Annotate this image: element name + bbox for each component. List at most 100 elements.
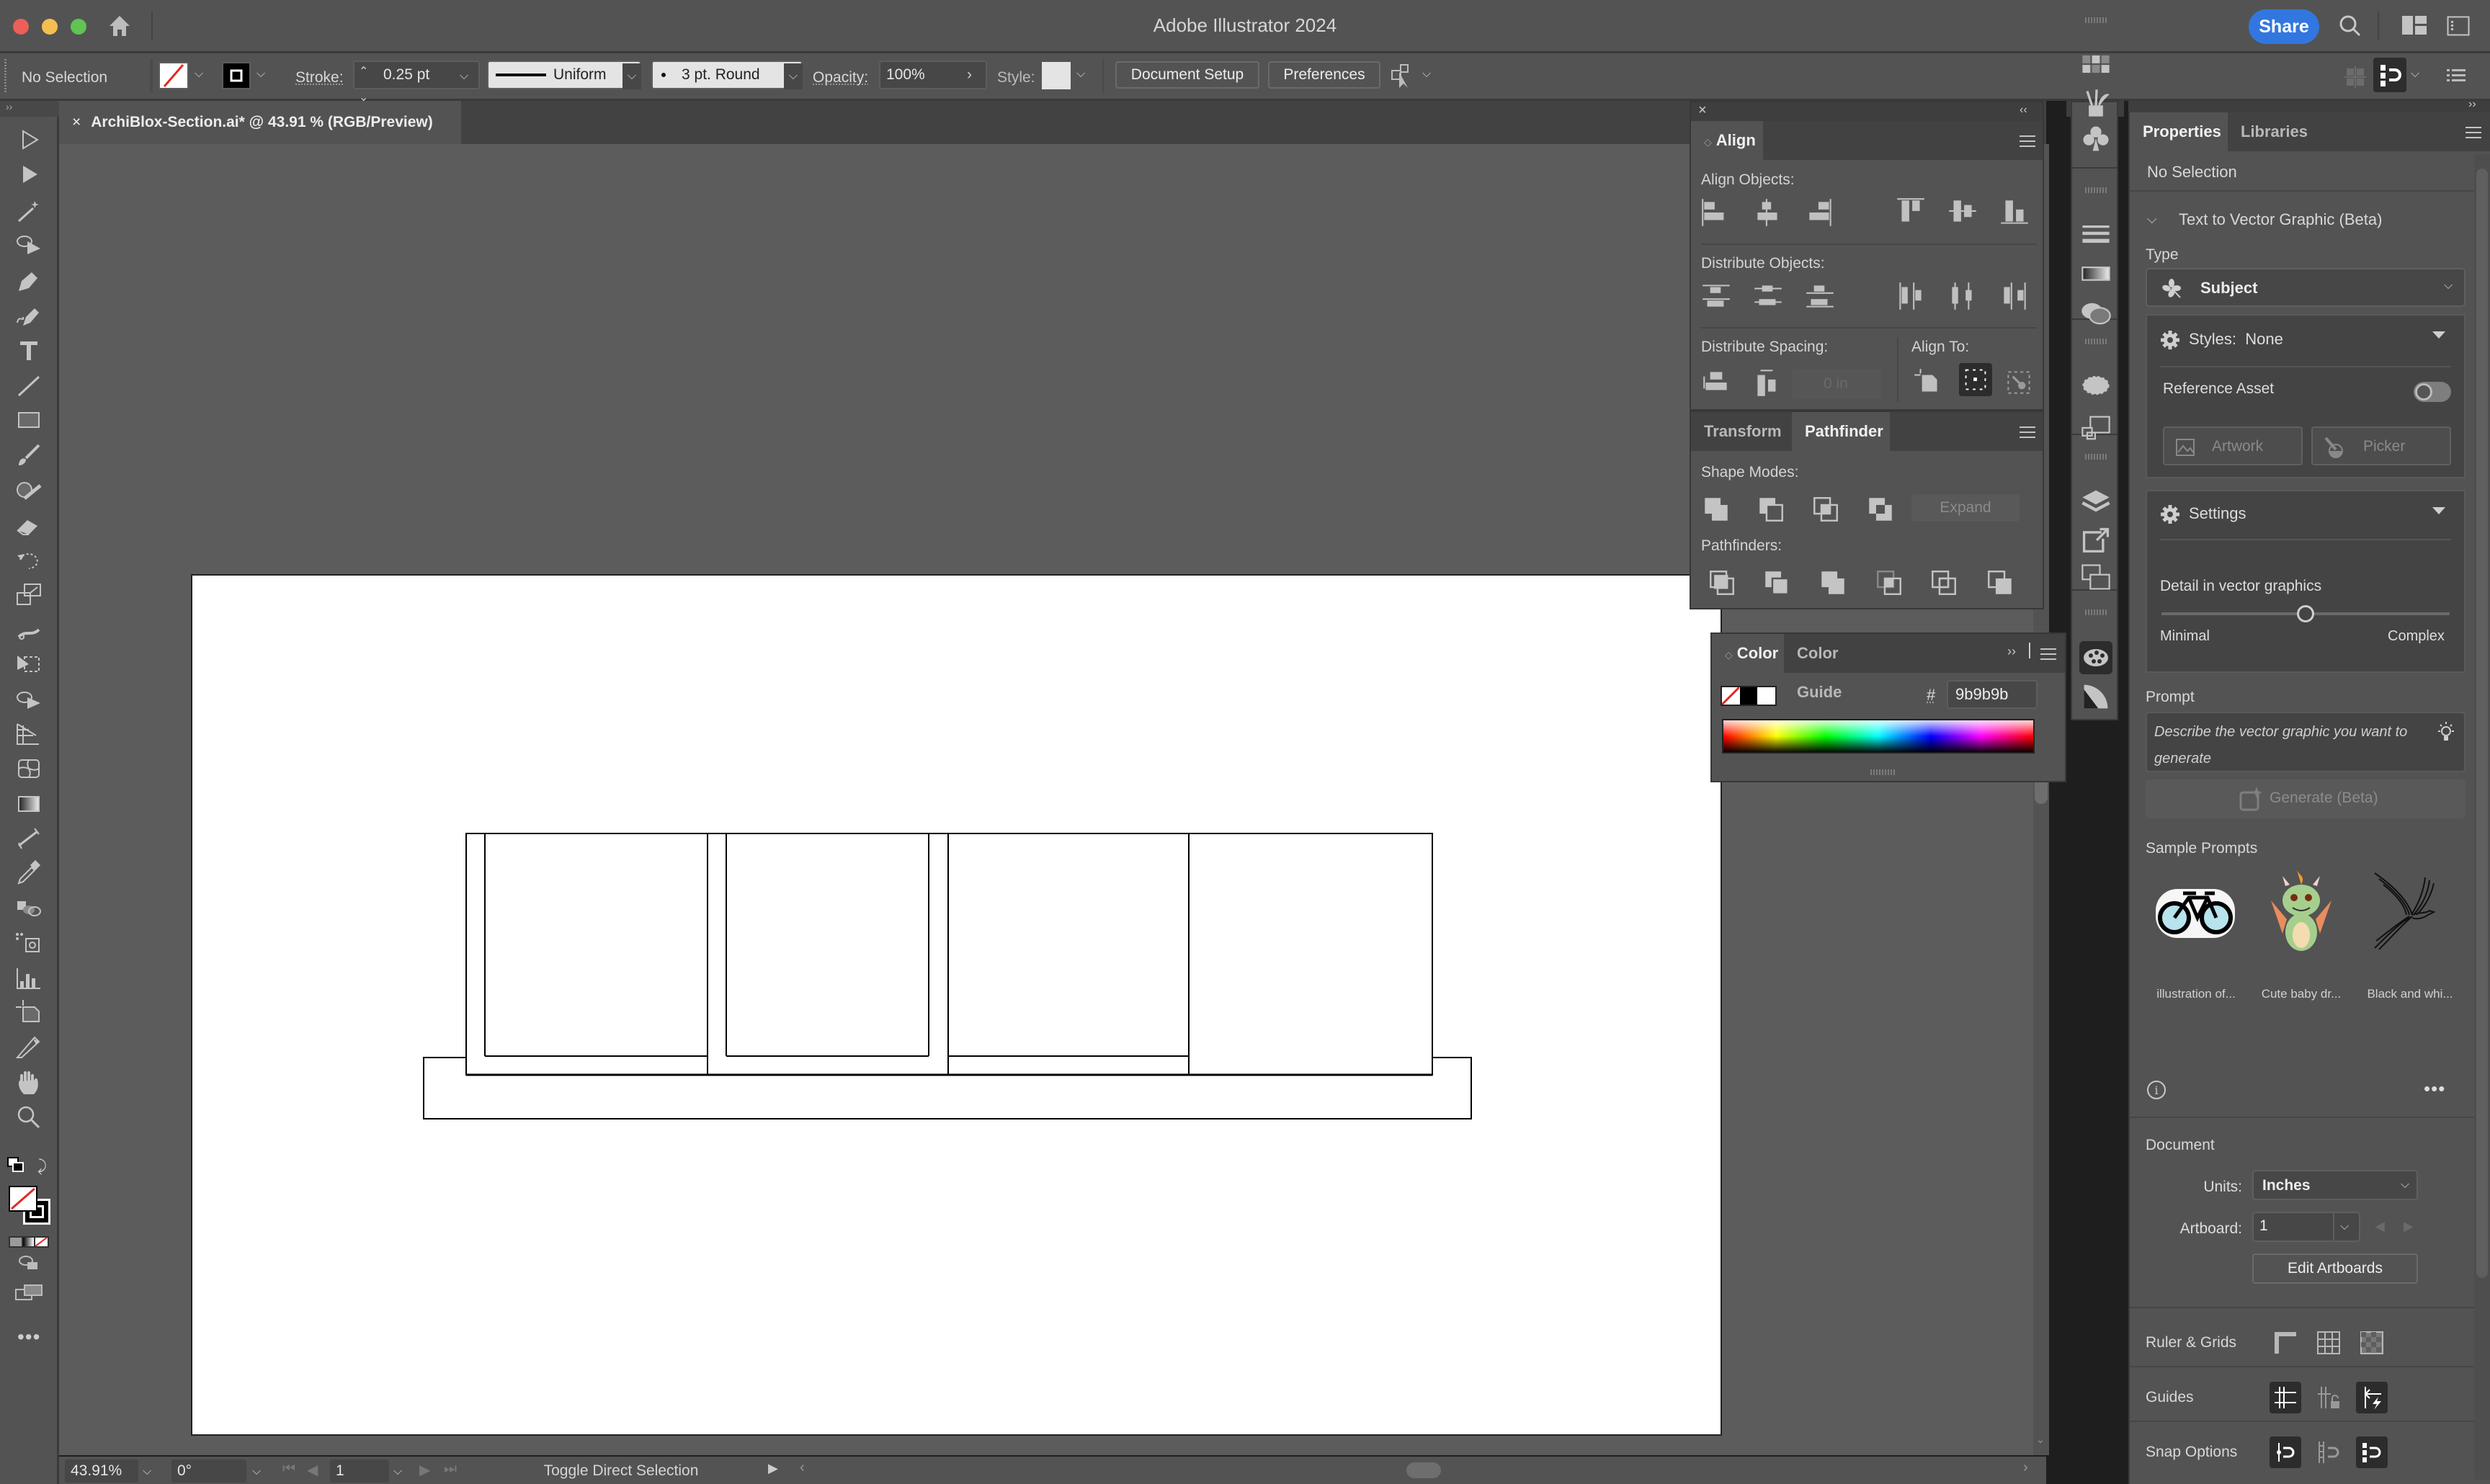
align-top-icon[interactable] [1894,196,1927,229]
styles-dropdown-triangle[interactable] [2432,331,2445,339]
module-outline[interactable] [465,833,1433,1076]
color-mode-button[interactable] [10,1238,22,1246]
asset-export-icon[interactable] [2079,560,2112,594]
search-icon[interactable] [2337,13,2363,39]
select-similar-chevron[interactable]: ⌵ [1422,68,1431,81]
crop-icon[interactable] [1873,566,1906,599]
status-menu-arrow[interactable]: ▶ [768,1461,778,1476]
unite-icon[interactable] [1700,493,1733,526]
tab-color-guide[interactable]: Color Guide [1784,634,1893,701]
magic-wand-tool-icon[interactable] [10,195,48,227]
panel-group-grip[interactable] [2085,609,2107,615]
tab-properties[interactable]: Properties [2130,112,2228,151]
preferences-button[interactable]: Preferences [1268,61,1380,89]
scroll-right-arrow[interactable]: › [2023,1460,2028,1476]
color-palette-icon[interactable] [2079,641,2112,674]
minus-back-icon[interactable] [1983,566,2017,599]
reference-asset-toggle[interactable] [2414,382,2451,402]
document-setup-button[interactable]: Document Setup [1115,61,1259,89]
tab-color[interactable]: ◇ Color [1712,634,1784,673]
fill-swatch[interactable] [159,62,189,89]
collapse-panel-icon[interactable]: ‹‹ [2020,104,2027,117]
section-drawing[interactable] [192,576,1721,1434]
rotation-chevron[interactable]: ⌵ [252,1465,261,1478]
list-menu-icon[interactable] [2447,68,2466,84]
distribute-vertical-spacing-icon[interactable] [1700,366,1733,399]
artboard[interactable] [191,574,1722,1436]
properties-scroll-thumb[interactable] [2476,169,2488,1278]
stroke-weight-field[interactable]: ⌃ ⌄ 0.25 pt ⌵ [353,61,480,104]
stroke-profile-dropdown[interactable]: Uniform ⌵ [487,61,641,89]
artboards-icon[interactable] [2079,412,2112,445]
snap-to-glyph-icon[interactable] [2356,1436,2388,1468]
artwork-button[interactable]: Artwork [2163,426,2303,465]
stroke-label[interactable]: Stroke: [295,69,344,86]
scroll-left-arrow[interactable]: ‹ [800,1460,805,1476]
gradient-tool-icon[interactable] [10,788,48,820]
snap-to-point-icon[interactable] [2270,1436,2301,1468]
expand-button[interactable]: Expand [1911,494,2020,522]
next-artboard-arrow[interactable]: ▶ [2404,1219,2414,1234]
sample-prompt-bird[interactable]: Black and whi... [2356,866,2464,1010]
snap-chevron[interactable]: ⌵ [2411,68,2419,81]
brushes-icon[interactable] [2079,86,2112,120]
lasso-tool-icon[interactable] [10,230,48,262]
collapse-right-dock-icon[interactable]: ›› [2468,98,2476,111]
align-bottom-icon[interactable] [1998,196,2031,229]
section-collapse-chevron[interactable]: ⌵ [2147,212,2157,227]
align-panel-header[interactable]: × ‹‹ [1691,102,2043,121]
none-swatch[interactable] [1722,687,1740,705]
opacity-field[interactable]: 100% › [879,61,987,89]
hex-input[interactable]: 9b9b9b [1947,680,2038,709]
close-panel-icon[interactable]: × [1698,102,1707,119]
document-tab-close-icon[interactable]: × [72,114,81,130]
distribute-bottom-icon[interactable] [1803,280,1837,313]
horizontal-scroll-thumb[interactable] [1406,1462,1441,1478]
puppet-warp-tool-icon[interactable] [10,614,48,645]
symbol-sprayer-tool-icon[interactable] [10,927,48,959]
rotate-tool-icon[interactable] [10,544,48,576]
lock-guides-icon[interactable] [2313,1382,2344,1413]
gradient-icon[interactable] [2079,258,2112,291]
pen-tool-icon[interactable] [10,265,48,297]
trim-icon[interactable] [1760,566,1793,599]
artboard-dropdown[interactable]: 1 ⌵ [2252,1212,2360,1242]
type-tool-icon[interactable] [10,334,48,366]
align-horizontal-center-icon[interactable] [1752,196,1785,229]
distribute-horizontal-center-icon[interactable] [1946,280,1979,313]
color-spectrum[interactable] [1722,719,2035,754]
toolbar-collapse-button[interactable]: ›› [0,101,59,117]
panel-group-grip[interactable] [2085,454,2107,460]
settings-dropdown-triangle[interactable] [2432,507,2445,514]
panel-expand-icon[interactable]: ›› [2007,644,2016,659]
mesh-tool-icon[interactable] [10,753,48,785]
previous-artboard-arrow[interactable]: ◀ [2375,1219,2385,1234]
align-to-key-object-icon[interactable] [2002,366,2035,399]
stroke-weight-chevron[interactable]: ⌵ [460,63,468,89]
transparency-icon[interactable] [2079,297,2112,330]
scale-tool-icon[interactable] [10,578,48,610]
graphic-style-swatch[interactable] [1042,62,1071,89]
color-guide-icon[interactable] [2079,680,2112,713]
detail-slider-thumb[interactable] [2297,605,2314,622]
swap-fill-stroke-icon[interactable]: ⤸ [37,1157,47,1176]
rotation-field[interactable]: 0° [171,1460,246,1483]
align-grid-icon[interactable] [2344,66,2366,88]
styles-value[interactable]: None [2245,330,2283,348]
stroke-icon[interactable] [2079,218,2112,251]
artboard-number-field[interactable]: 1 [330,1460,389,1483]
panel-toggle-icon[interactable] [2447,16,2470,36]
distribute-vertical-center-icon[interactable] [1752,280,1785,313]
distribute-right-icon[interactable] [1998,280,2031,313]
column-graph-tool-icon[interactable] [10,962,48,994]
tab-transform[interactable]: Transform [1691,412,1792,451]
panel-group-grip[interactable] [2085,187,2107,193]
zoom-tool-icon[interactable] [10,1101,48,1133]
zoom-level-field[interactable]: 43.91% [65,1460,138,1483]
next-artboard-button[interactable]: ▶ [419,1461,430,1479]
free-transform-tool-icon[interactable] [10,648,48,680]
blend-tool-icon[interactable] [10,893,48,924]
zoom-level-chevron[interactable]: ⌵ [143,1465,151,1478]
lightbulb-icon[interactable] [2434,720,2458,745]
draw-mode-icon[interactable] [19,1255,40,1271]
